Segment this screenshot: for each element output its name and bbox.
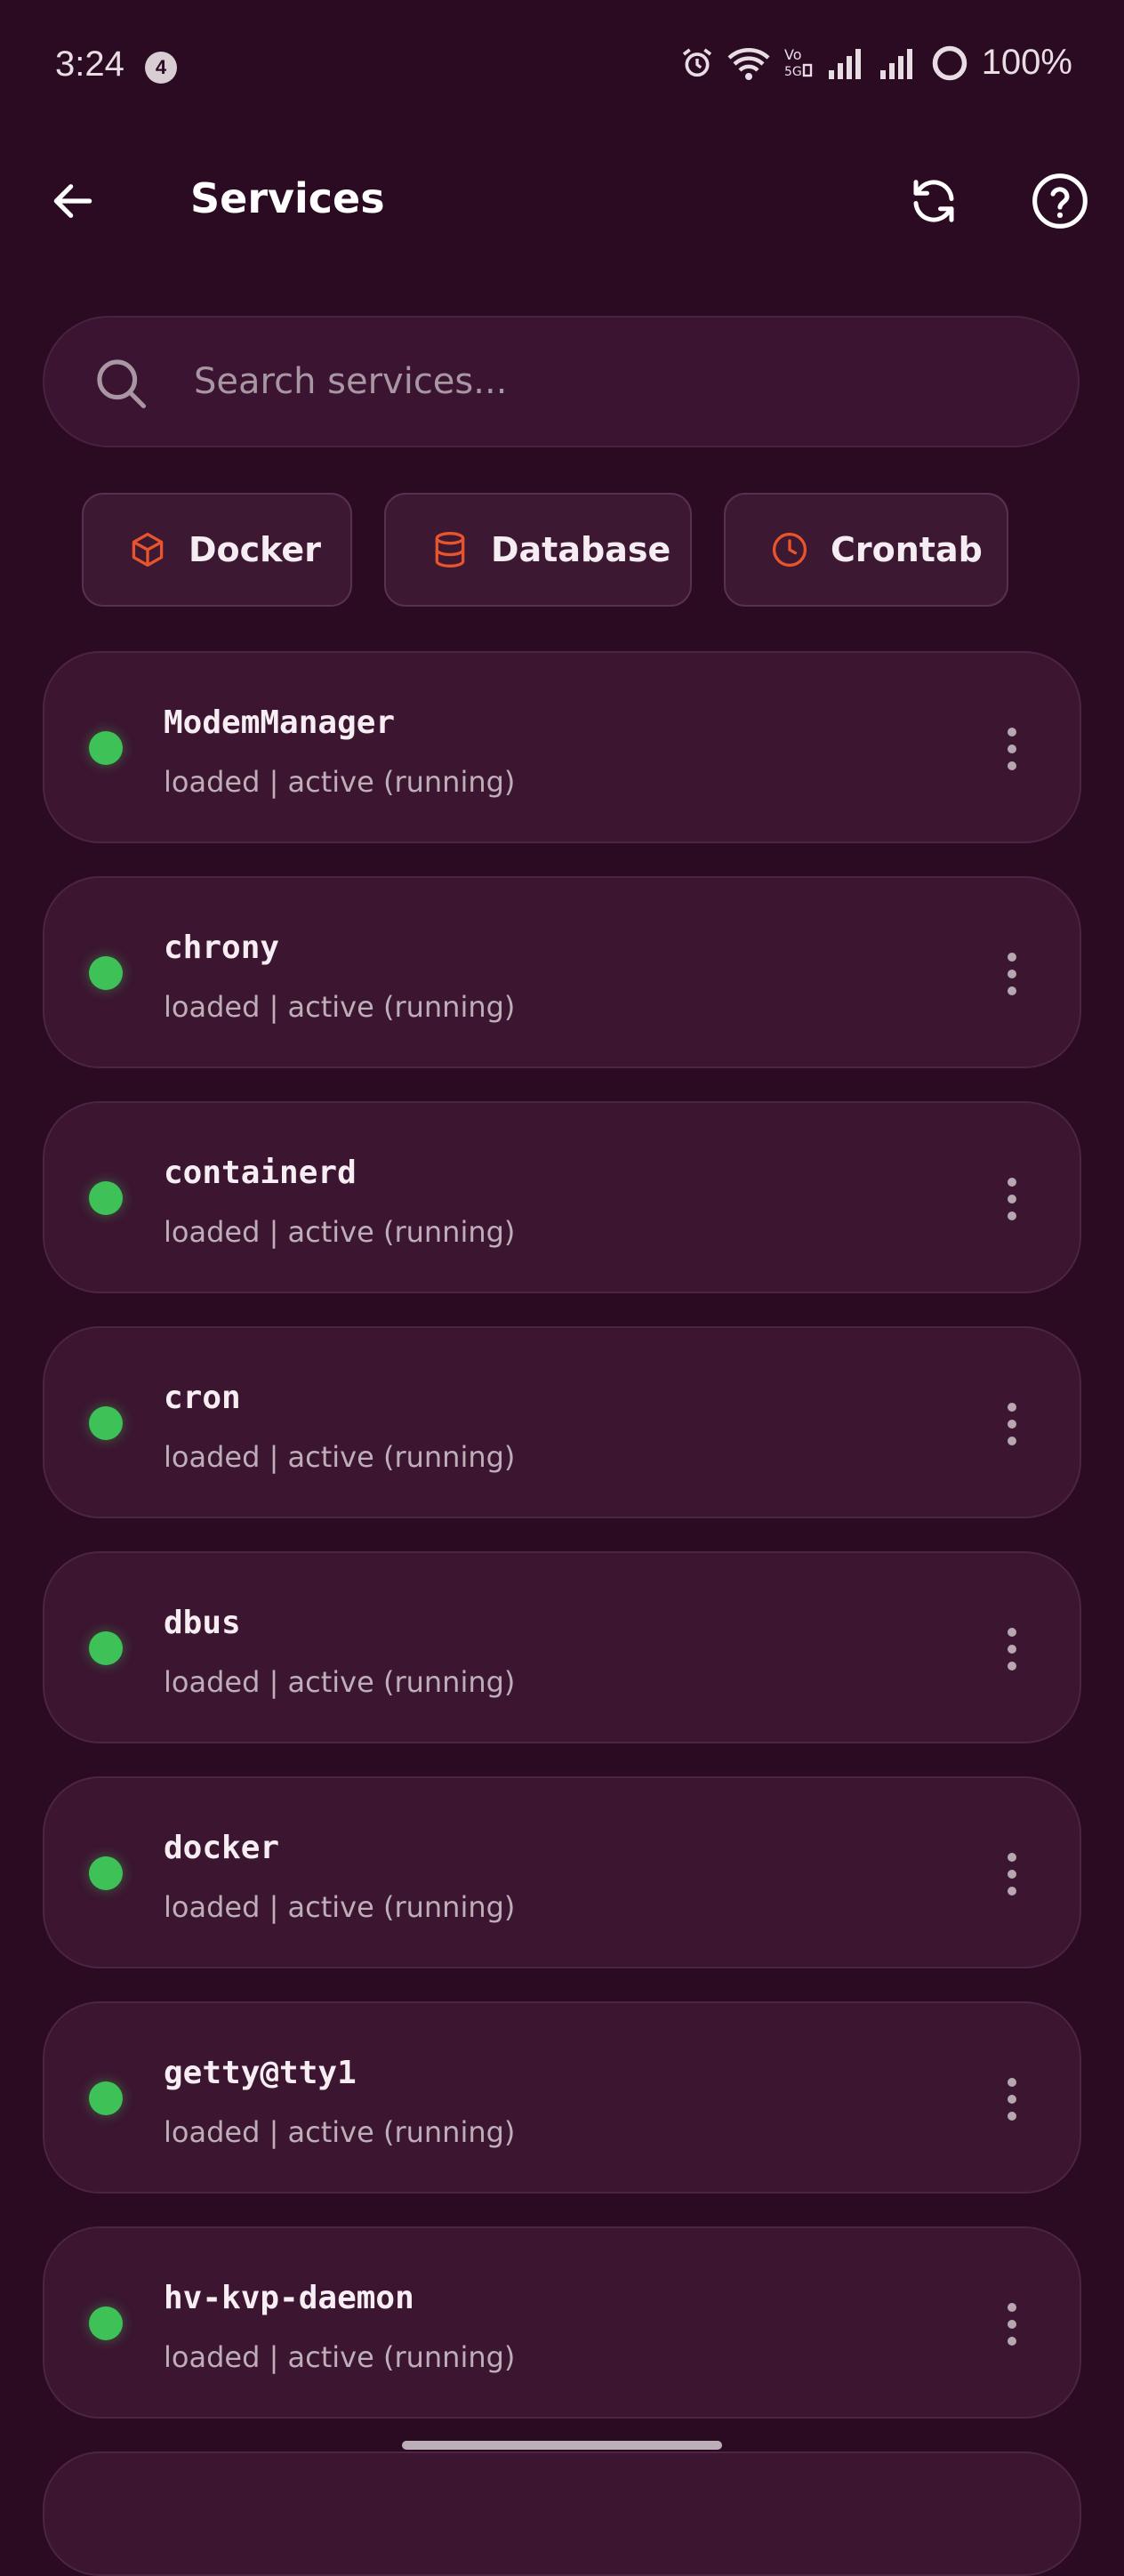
wifi-icon xyxy=(727,47,770,80)
refresh-icon xyxy=(913,180,954,222)
home-indicator[interactable] xyxy=(402,2441,722,2450)
database-icon xyxy=(435,532,465,568)
volte-icon: Vo 5G xyxy=(784,46,812,79)
service-name: hv-kvp-daemon xyxy=(164,2280,414,2316)
status-indicator xyxy=(89,1406,123,1440)
more-options-button[interactable] xyxy=(985,1617,1039,1681)
chip-docker[interactable]: Docker xyxy=(82,493,352,607)
service-name: containerd xyxy=(164,1155,357,1191)
battery-percentage: 100% xyxy=(981,43,1072,82)
service-item-docker[interactable]: docker loaded | active (running) xyxy=(43,1776,1081,1968)
alarm-icon xyxy=(682,48,711,76)
more-vertical-icon xyxy=(1008,1628,1016,1670)
back-button[interactable] xyxy=(41,169,105,233)
status-indicator xyxy=(89,731,123,765)
service-name: docker xyxy=(164,1830,280,1866)
service-item-cron[interactable]: cron loaded | active (running) xyxy=(43,1326,1081,1518)
status-bar: 3:24 4 Vo 5G 100% xyxy=(0,0,1124,133)
status-indicator xyxy=(89,2081,123,2115)
service-status: loaded | active (running) xyxy=(164,1665,516,1699)
more-options-button[interactable] xyxy=(985,1842,1039,1906)
status-time: 3:24 xyxy=(55,44,124,84)
notification-badge: 4 xyxy=(145,52,177,84)
service-item-containerd[interactable]: containerd loaded | active (running) xyxy=(43,1101,1081,1293)
clock-icon xyxy=(772,532,807,568)
service-status: loaded | active (running) xyxy=(164,1440,516,1474)
chip-label: Crontab xyxy=(831,530,983,569)
svg-text:5G: 5G xyxy=(784,65,802,79)
app-bar: Services xyxy=(0,142,1124,258)
status-icons: Vo 5G 100% xyxy=(679,43,1072,83)
signal-icon-2 xyxy=(879,48,912,79)
more-options-button[interactable] xyxy=(985,717,1039,781)
service-status: loaded | active (running) xyxy=(164,2340,516,2374)
status-indicator xyxy=(89,1856,123,1890)
service-item-getty-tty1[interactable]: getty@tty1 loaded | active (running) xyxy=(43,2001,1081,2194)
more-options-button[interactable] xyxy=(985,2292,1039,2356)
chip-database[interactable]: Database xyxy=(384,493,692,607)
service-name: getty@tty1 xyxy=(164,2055,357,2091)
page-title: Services xyxy=(190,174,385,222)
more-vertical-icon xyxy=(1008,2078,1016,2121)
more-vertical-icon xyxy=(1008,2303,1016,2346)
more-vertical-icon xyxy=(1008,1403,1016,1445)
service-name: dbus xyxy=(164,1605,241,1641)
more-options-button[interactable] xyxy=(985,942,1039,1006)
status-indicator xyxy=(89,1181,123,1215)
help-icon xyxy=(1032,173,1088,229)
service-status: loaded | active (running) xyxy=(164,1215,516,1249)
service-status: loaded | active (running) xyxy=(164,990,516,1024)
more-options-button[interactable] xyxy=(985,1167,1039,1231)
more-vertical-icon xyxy=(1008,1853,1016,1896)
help-button[interactable] xyxy=(1028,169,1092,233)
chip-crontab[interactable]: Crontab xyxy=(724,493,1008,607)
service-status: loaded | active (running) xyxy=(164,1890,516,1924)
service-status: loaded | active (running) xyxy=(164,2115,516,2149)
service-status: loaded | active (running) xyxy=(164,765,516,799)
search-input[interactable] xyxy=(194,318,994,446)
refresh-button[interactable] xyxy=(902,169,966,233)
search-icon xyxy=(97,359,147,409)
status-indicator xyxy=(89,2306,123,2340)
service-name: cron xyxy=(164,1380,241,1416)
battery-icon xyxy=(932,45,967,80)
status-indicator xyxy=(89,956,123,990)
search-bar[interactable] xyxy=(43,316,1080,447)
status-indicator xyxy=(89,1631,123,1665)
arrow-left-icon xyxy=(53,184,92,218)
service-name: ModemManager xyxy=(164,704,396,741)
service-item-chrony[interactable]: chrony loaded | active (running) xyxy=(43,876,1081,1068)
service-item-modemmanager[interactable]: ModemManager loaded | active (running) xyxy=(43,651,1081,843)
more-vertical-icon xyxy=(1008,953,1016,995)
service-item-partial[interactable] xyxy=(43,2451,1081,2576)
svg-text:Vo: Vo xyxy=(784,46,802,63)
service-item-dbus[interactable]: dbus loaded | active (running) xyxy=(43,1551,1081,1743)
more-vertical-icon xyxy=(1008,728,1016,770)
chip-label: Docker xyxy=(189,530,321,569)
more-options-button[interactable] xyxy=(985,2067,1039,2131)
chip-label: Database xyxy=(491,530,671,569)
more-options-button[interactable] xyxy=(985,1392,1039,1456)
signal-icon xyxy=(828,48,861,79)
cube-icon xyxy=(132,532,164,568)
more-vertical-icon xyxy=(1008,1178,1016,1220)
service-name: chrony xyxy=(164,930,280,966)
service-item-hv-kvp-daemon[interactable]: hv-kvp-daemon loaded | active (running) xyxy=(43,2226,1081,2419)
